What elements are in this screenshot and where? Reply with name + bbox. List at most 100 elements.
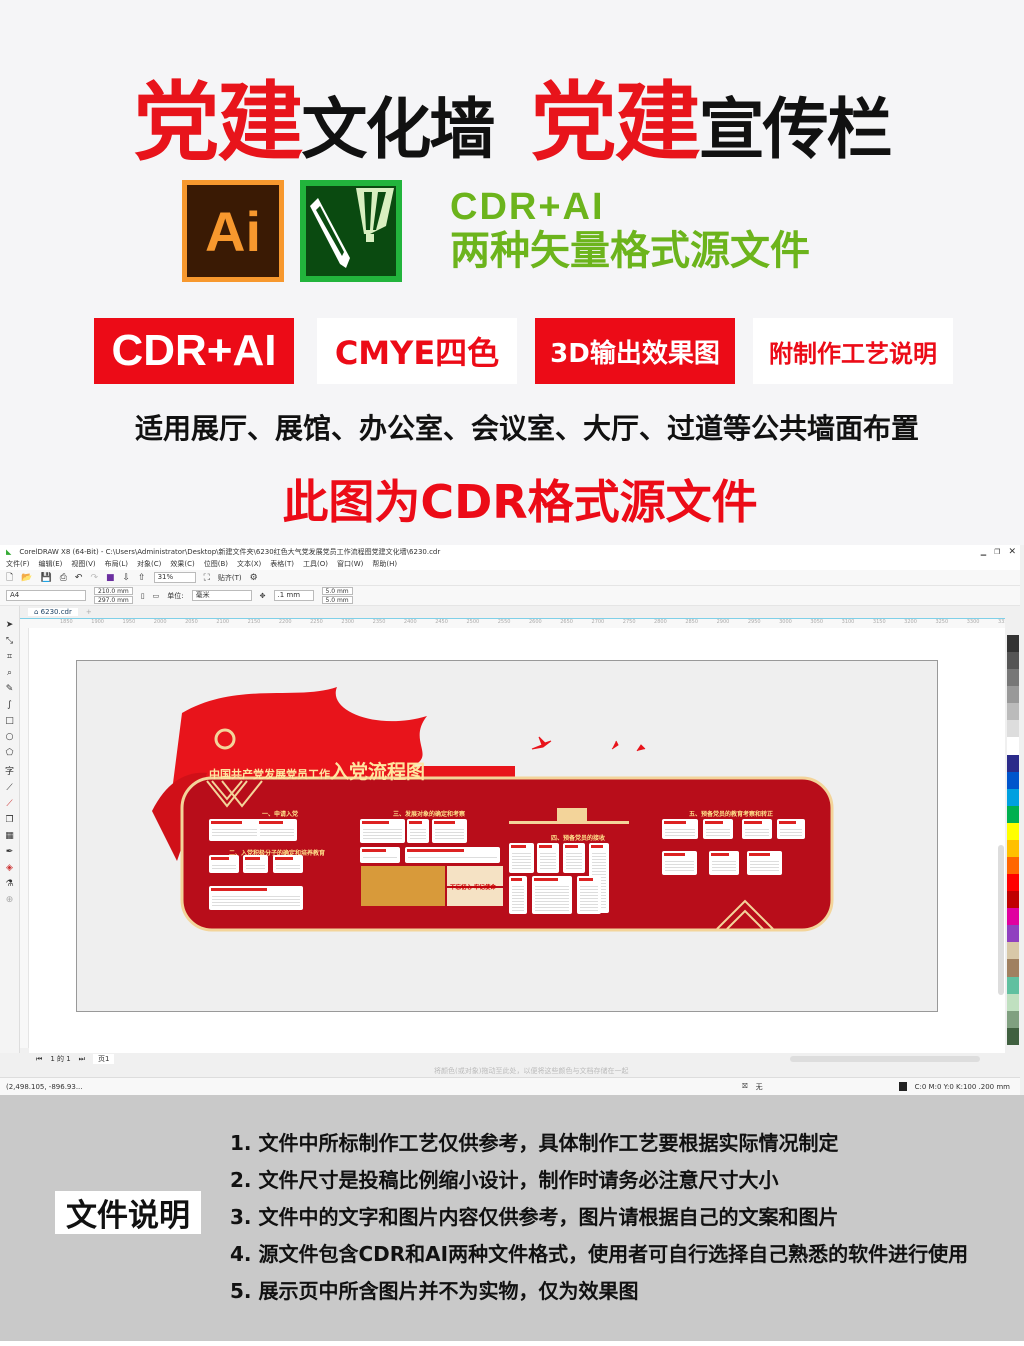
toolbox: ➤ ⤡ ⌗ ⌕ ✎ ∫ □ ○ ⬠ 字 ⟋ ⟋ ❐ ▦ ✒ ◈ ⚗ ⊕ xyxy=(0,606,20,1056)
import-icon[interactable]: ⇩ xyxy=(123,573,131,583)
freehand-tool-icon[interactable]: ✎ xyxy=(6,684,14,694)
export-icon[interactable]: ⇧ xyxy=(138,573,146,583)
text-tool-icon[interactable]: 字 xyxy=(5,764,14,777)
restore-button[interactable]: ❐ xyxy=(994,548,1000,556)
last-page-button[interactable]: ⏭ xyxy=(79,1055,85,1064)
page-tab-1[interactable]: 页1 xyxy=(92,1054,115,1064)
duplicate-y-field[interactable]: 5.0 mm xyxy=(321,596,353,604)
flow-step-card xyxy=(742,819,772,839)
minimize-button[interactable]: ▁ xyxy=(981,548,986,556)
ellipse-tool-icon[interactable]: ○ xyxy=(6,732,14,742)
palette-swatch[interactable] xyxy=(1007,959,1019,977)
snap-menu[interactable]: 贴齐(T) xyxy=(218,573,242,583)
full-screen-icon[interactable]: ⛶ xyxy=(204,573,210,583)
menu-item[interactable]: 位图(B) xyxy=(204,559,228,569)
palette-swatch[interactable] xyxy=(1007,976,1019,994)
redo-icon[interactable]: ↷ xyxy=(90,573,98,583)
line-tool-icon[interactable]: ⟋ xyxy=(6,783,12,793)
palette-swatch[interactable] xyxy=(1007,703,1019,721)
add-tool-icon[interactable]: ⊕ xyxy=(6,895,14,905)
palette-swatch[interactable] xyxy=(1007,1027,1019,1045)
palette-swatch[interactable] xyxy=(1007,788,1019,806)
page-size-select[interactable]: A4 xyxy=(6,590,86,601)
menu-item[interactable]: 文本(X) xyxy=(237,559,261,569)
open-icon[interactable]: 📂 xyxy=(21,573,32,583)
flow-step-card xyxy=(563,843,585,873)
shadow-tool-icon[interactable]: ❐ xyxy=(5,815,13,825)
page-height-field[interactable]: 297.0 mm xyxy=(94,596,133,604)
palette-swatch[interactable] xyxy=(1007,805,1019,823)
outline-swatch[interactable] xyxy=(898,1082,907,1091)
corel-connect-icon[interactable]: ■ xyxy=(106,573,115,583)
tab-6230-cdr[interactable]: ⌂ 6230.cdr xyxy=(28,608,78,616)
drawing-canvas[interactable]: 中国共产党发展党员工作入党流程图 一、申请入党 二、入党积极分子的确定和培养教育… xyxy=(29,628,1005,1053)
palette-swatch[interactable] xyxy=(1007,874,1019,892)
unit-select[interactable]: 毫米 xyxy=(191,590,252,601)
section-heading: 四、预备党员的接收 xyxy=(551,835,606,842)
horizontal-scrollbar[interactable] xyxy=(790,1056,980,1062)
ruler-tick-label: 1900 xyxy=(91,619,104,625)
print-icon[interactable]: ⎙ xyxy=(60,573,67,583)
palette-swatch[interactable] xyxy=(1007,857,1019,875)
artistic-media-icon[interactable]: ∫ xyxy=(7,700,12,710)
new-icon[interactable]: 🗋 xyxy=(6,570,13,586)
title-part: 党建 xyxy=(133,73,303,173)
nudge-field[interactable]: .1 mm xyxy=(273,590,314,601)
window-title: CorelDRAW X8 (64-Bit) - C:\Users\Adminis… xyxy=(19,547,441,556)
menu-item[interactable]: 效果(C) xyxy=(170,559,194,569)
new-tab-icon[interactable]: + xyxy=(86,608,92,616)
palette-swatch[interactable] xyxy=(1007,686,1019,704)
polygon-tool-icon[interactable]: ⬠ xyxy=(6,748,14,758)
page-width-field[interactable]: 210.0 mm xyxy=(94,587,133,595)
first-page-button[interactable]: ⏮ xyxy=(36,1055,42,1064)
menu-item[interactable]: 文件(F) xyxy=(6,559,30,569)
vertical-scrollbar[interactable] xyxy=(998,845,1004,995)
menu-item[interactable]: 帮助(H) xyxy=(372,559,397,569)
color-palette[interactable] xyxy=(1007,635,1019,1045)
smart-fill-icon[interactable]: ⚗ xyxy=(5,879,13,889)
portrait-icon[interactable]: ▯ xyxy=(141,592,145,600)
transparency-tool-icon[interactable]: ▦ xyxy=(5,831,14,841)
pick-tool-icon[interactable]: ➤ xyxy=(6,620,14,630)
palette-swatch[interactable] xyxy=(1007,839,1019,858)
menu-item[interactable]: 视图(V) xyxy=(71,559,95,569)
menu-item[interactable]: 表格(T) xyxy=(270,559,294,569)
palette-swatch[interactable] xyxy=(1007,669,1019,687)
menu-item[interactable]: 窗口(W) xyxy=(337,559,363,569)
palette-swatch[interactable] xyxy=(1007,1010,1019,1028)
options-gear-icon[interactable]: ⚙ xyxy=(250,573,258,583)
palette-swatch[interactable] xyxy=(1007,822,1019,840)
ruler-tick-label: 3100 xyxy=(841,619,855,625)
fill-indicator-icon[interactable]: ⛝ xyxy=(742,1082,747,1091)
palette-swatch[interactable] xyxy=(1007,925,1019,943)
fill-tool-icon[interactable]: ◈ xyxy=(6,863,13,873)
undo-icon[interactable]: ↶ xyxy=(75,573,83,583)
menu-item[interactable]: 布局(L) xyxy=(105,559,128,569)
menu-item[interactable]: 编辑(E) xyxy=(39,559,63,569)
flow-step-card xyxy=(703,819,733,839)
rectangle-tool-icon[interactable]: □ xyxy=(5,716,14,726)
menu-item[interactable]: 工具(O) xyxy=(303,559,328,569)
zoom-tool-icon[interactable]: ⌕ xyxy=(7,668,12,678)
close-button[interactable]: ✕ xyxy=(1008,547,1016,557)
menu-item[interactable]: 对象(C) xyxy=(137,559,161,569)
zoom-level-field[interactable]: 31% xyxy=(153,572,196,583)
palette-swatch[interactable] xyxy=(1007,891,1019,909)
palette-swatch[interactable] xyxy=(1007,993,1019,1011)
palette-swatch[interactable] xyxy=(1007,652,1019,670)
palette-swatch[interactable] xyxy=(1007,720,1019,738)
save-icon[interactable]: 💾 xyxy=(40,573,51,583)
flow-step-card xyxy=(509,876,527,914)
palette-swatch[interactable] xyxy=(1007,908,1019,926)
landscape-icon[interactable]: ▭ xyxy=(153,592,160,600)
eyedropper-tool-icon[interactable]: ✒ xyxy=(6,847,14,857)
palette-swatch[interactable] xyxy=(1007,771,1019,789)
palette-swatch[interactable] xyxy=(1007,635,1019,653)
palette-swatch[interactable] xyxy=(1007,737,1019,755)
connector-tool-icon[interactable]: ⟋ xyxy=(6,799,12,809)
duplicate-x-field[interactable]: 5.0 mm xyxy=(321,587,353,595)
shape-tool-icon[interactable]: ⤡ xyxy=(6,636,13,646)
crop-tool-icon[interactable]: ⌗ xyxy=(7,652,12,662)
palette-swatch[interactable] xyxy=(1007,754,1019,772)
palette-swatch[interactable] xyxy=(1007,942,1019,960)
